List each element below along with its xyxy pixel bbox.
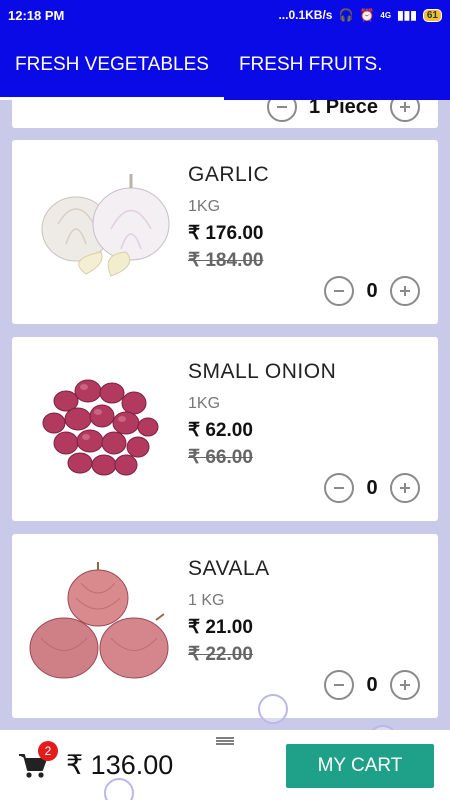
status-icons: ...0.1KB/s 🎧 ⏰ 4G ▮▮▮ 61 <box>278 8 442 22</box>
garlic-image <box>41 174 170 277</box>
product-price: ₹ 176.00 <box>188 223 264 244</box>
minus-icon <box>334 684 344 686</box>
minus-icon <box>334 487 344 489</box>
network-type: 4G <box>380 10 392 20</box>
product-name: SAVALA <box>188 557 270 580</box>
item-count: 0 <box>366 279 378 302</box>
product-name: GARLIC <box>188 163 270 186</box>
cart-bar: 2 ₹ 136.00 MY CART <box>0 730 450 800</box>
plus-icon <box>400 102 410 112</box>
item-count: 0 <box>366 673 378 696</box>
headphones-icon: 🎧 <box>338 8 354 22</box>
plus-icon <box>400 483 410 493</box>
category-tabs: FRESH VEGETABLES FRESH FRUITS. <box>0 30 450 100</box>
item-count: 0 <box>366 476 378 499</box>
decrement-button[interactable] <box>324 670 354 700</box>
battery-icon: 61 <box>422 8 442 22</box>
alarm-icon: ⏰ <box>359 8 375 22</box>
product-price: ₹ 62.00 <box>188 420 253 441</box>
product-mrp: ₹ 66.00 <box>188 447 253 468</box>
touch-indicator <box>104 778 134 800</box>
shallots-image <box>42 379 159 476</box>
increment-button[interactable] <box>390 100 420 122</box>
product-quantity: 1KG <box>188 198 221 215</box>
network-speed: ...0.1KB/s <box>278 8 333 22</box>
tab-fresh-vegetables[interactable]: FRESH VEGETABLES <box>0 30 224 100</box>
quantity-stepper: 0 <box>324 473 420 503</box>
product-mrp: ₹ 22.00 <box>188 644 253 665</box>
quantity-stepper: 0 <box>324 276 420 306</box>
minus-icon <box>277 106 288 108</box>
increment-button[interactable] <box>390 276 420 306</box>
decrement-button[interactable] <box>324 473 354 503</box>
onion-image <box>29 562 169 679</box>
product-card-small-onion[interactable]: SMALL ONION 1KG ₹ 62.00 ₹ 66.00 0 <box>12 337 438 521</box>
product-price: ₹ 21.00 <box>188 617 253 638</box>
increment-button[interactable] <box>390 473 420 503</box>
product-quantity: 1KG <box>188 395 221 412</box>
increment-button[interactable] <box>390 670 420 700</box>
item-count: 1 Piece <box>309 100 378 118</box>
product-name: SMALL ONION <box>188 360 337 383</box>
product-mrp: ₹ 184.00 <box>188 250 264 271</box>
status-time: 12:18 PM <box>8 7 65 23</box>
quantity-stepper: 0 <box>324 670 420 700</box>
product-list[interactable]: 1 Piece GARLIC 1KG ₹ 176.00 ₹ 184.00 0 S… <box>0 100 450 730</box>
product-card-garlic[interactable]: GARLIC 1KG ₹ 176.00 ₹ 184.00 0 <box>12 140 438 324</box>
signal-icon: ▮▮▮ <box>397 8 417 22</box>
quantity-stepper: 1 Piece <box>267 100 420 122</box>
product-card-savala[interactable]: SAVALA 1 KG ₹ 21.00 ₹ 22.00 0 <box>12 534 438 718</box>
my-cart-button[interactable]: MY CART <box>286 744 434 788</box>
plus-icon <box>400 286 410 296</box>
touch-indicator <box>258 694 288 724</box>
decrement-button[interactable] <box>324 276 354 306</box>
tab-fresh-fruits[interactable]: FRESH FRUITS. <box>224 30 398 100</box>
drag-handle-icon[interactable] <box>216 737 234 745</box>
product-card: 1 Piece <box>12 100 438 128</box>
cart-count-badge: 2 <box>38 741 58 761</box>
status-bar: 12:18 PM ...0.1KB/s 🎧 ⏰ 4G ▮▮▮ 61 <box>0 0 450 30</box>
plus-icon <box>400 680 410 690</box>
cart-total: ₹ 136.00 <box>66 750 174 780</box>
minus-icon <box>334 290 344 292</box>
product-quantity: 1 KG <box>188 592 225 609</box>
decrement-button[interactable] <box>267 100 298 122</box>
